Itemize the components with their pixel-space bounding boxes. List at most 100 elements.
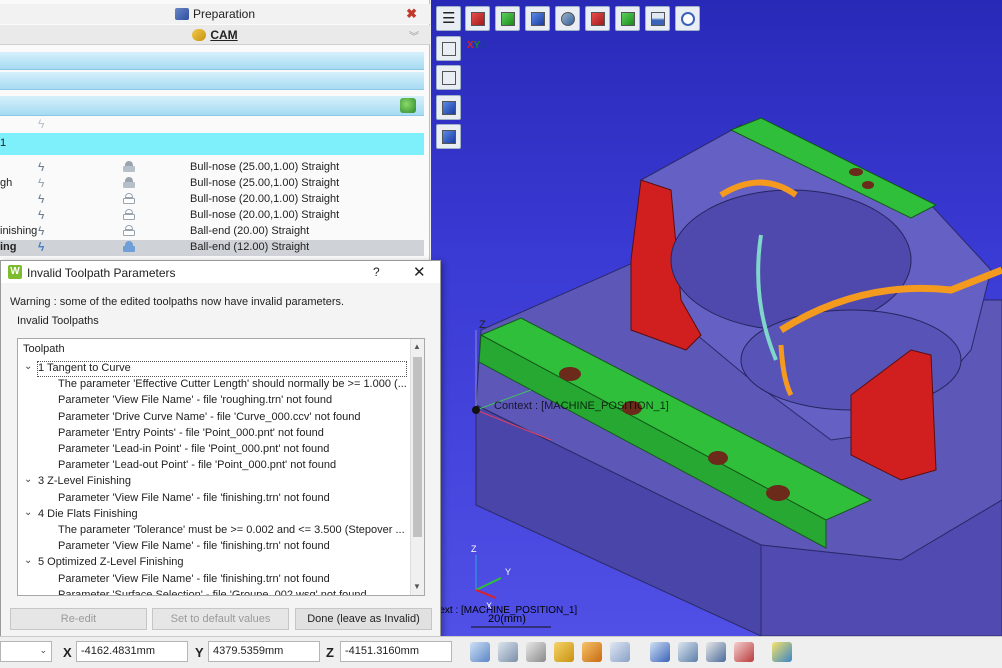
select-icon[interactable] [470, 642, 490, 662]
rotate-icon[interactable] [554, 642, 574, 662]
expand-chevron-icon[interactable]: ⌄ [24, 507, 32, 518]
scroll-thumb[interactable] [413, 357, 422, 537]
tool-description: Ball-end (20.00) Straight [190, 225, 310, 237]
tree-leaf[interactable]: The parameter 'Effective Cutter Length' … [58, 378, 408, 394]
view-blue-cube-button[interactable] [525, 6, 550, 31]
toolpath-row[interactable]: ϟ Bull-nose (20.00,1.00) Straight [0, 192, 424, 208]
toolpath-row[interactable]: gh ϟ Bull-nose (25.00,1.00) Straight [0, 176, 424, 192]
toolpath-row[interactable]: ϟ Bull-nose (25.00,1.00) Straight [0, 160, 424, 176]
close-panel-icon[interactable]: ✖ [406, 6, 417, 22]
context-label: Context : [MACHINE_POSITION_1] [494, 400, 669, 412]
tree-leaf[interactable]: Parameter 'Drive Curve Name' - file 'Cur… [58, 411, 408, 427]
tree-leaf[interactable]: Parameter 'View File Name' - file 'finis… [58, 540, 408, 556]
tree-leaf[interactable]: Parameter 'View File Name' - file 'finis… [58, 573, 408, 589]
cam-run-icon[interactable] [400, 98, 416, 113]
tree-header: Toolpath [23, 343, 65, 355]
toolpath-row[interactable]: ϟ Bull-nose (20.00,1.00) Straight [0, 208, 424, 224]
toolpath-row[interactable]: inishing ϟ Ball-end (20.00) Straight [0, 224, 424, 240]
cavity-bowl [670, 189, 912, 331]
tree-leaf[interactable]: Parameter 'Lead-out Point' - file 'Point… [58, 459, 408, 475]
reedit-button[interactable]: Re-edit [10, 608, 147, 630]
shaded-blue-cube-icon [442, 101, 456, 115]
dialog-titlebar[interactable]: W Invalid Toolpath Parameters ? ✕ [1, 261, 440, 283]
axis-xyz-icon: XYZ [467, 40, 487, 51]
view-red-cube-2-button[interactable] [585, 6, 610, 31]
chevron-down-icon: ⌄ [39, 645, 47, 655]
bolt-hole [559, 367, 581, 381]
part-model: Z Z Y X [471, 117, 1002, 636]
view-green-cube-button[interactable] [495, 6, 520, 31]
shaded-cube-button[interactable] [436, 95, 461, 120]
3d-viewport[interactable]: Z Z Y X Context : [MACHINE_POSITION_1] n… [431, 0, 1002, 636]
scroll-up-icon[interactable]: ▲ [413, 342, 421, 351]
tree-node[interactable]: ⌄ 5 Optimized Z-Level Finishing [18, 555, 398, 571]
axis-view-button[interactable] [436, 36, 461, 61]
y-coordinate-field[interactable]: 4379.5359mm [208, 641, 320, 662]
view-layers-button[interactable] [645, 6, 670, 31]
lightning-icon: ϟ [38, 192, 45, 206]
tree-node[interactable]: ⌄ 3 Z-Level Finishing [18, 474, 398, 490]
view-red-cube-icon [471, 12, 485, 26]
tree-node[interactable]: ⌄ 4 Die Flats Finishing [18, 507, 398, 523]
collapse-icon[interactable]: ︾ [409, 28, 419, 43]
tree-leaf[interactable]: Parameter 'Surface Selection' - file 'Gr… [58, 589, 408, 595]
done-button[interactable]: Done (leave as Invalid) [295, 608, 432, 630]
close-dialog-button[interactable]: ✕ [413, 263, 426, 281]
expand-chevron-icon[interactable]: ⌄ [24, 474, 32, 485]
slash-icon[interactable] [610, 642, 630, 662]
tree-leaf[interactable]: The parameter 'Tolerance' must be >= 0.0… [58, 524, 408, 540]
measure-icon[interactable] [498, 642, 518, 662]
tree-leaf[interactable]: Parameter 'Lead-in Point' - file 'Point_… [58, 443, 408, 459]
view-green-cube-2-button[interactable] [615, 6, 640, 31]
filter-icon[interactable] [772, 642, 792, 662]
expand-chevron-icon[interactable]: ⌄ [24, 361, 32, 372]
cam-header[interactable]: CAM [0, 25, 430, 45]
warning-text: Warning : some of the edited toolpaths n… [10, 296, 345, 308]
calendar-icon[interactable] [734, 642, 754, 662]
help-button[interactable]: ? [373, 265, 380, 279]
tree-node-label: 3 Z-Level Finishing [38, 475, 131, 488]
snap-icon[interactable] [678, 642, 698, 662]
units-dropdown[interactable]: ⌄ [0, 641, 52, 662]
view-green-cube-icon [501, 12, 515, 26]
z-coordinate-field[interactable]: -4151.3160mm [340, 641, 452, 662]
toolpath-name: gh [0, 177, 13, 189]
view-red-cube-2-icon [591, 12, 605, 26]
edit-curve-icon[interactable] [582, 642, 602, 662]
shaded-cube-2-button[interactable] [436, 124, 461, 149]
tree-leaf[interactable]: Parameter 'View File Name' - file 'finis… [58, 492, 408, 508]
outline-cube-icon [442, 71, 456, 85]
toolpath-tree[interactable]: Toolpath ⌄ 1 Tangent to Curve The paramete… [17, 338, 425, 596]
preparation-header[interactable]: Preparation [0, 4, 430, 24]
expand-chevron-icon[interactable]: ⌄ [24, 555, 32, 566]
tree-node-label: 5 Optimized Z-Level Finishing [38, 556, 184, 569]
scroll-down-icon[interactable]: ▼ [413, 582, 421, 591]
tool-description: Ball-end (12.00) Straight [190, 241, 310, 253]
preparation-title: Preparation [192, 7, 256, 21]
zoom-fit-button[interactable] [675, 6, 700, 31]
cam-icon [192, 28, 207, 41]
view-cube-magnify-button[interactable] [555, 6, 580, 31]
x-coordinate-field[interactable]: -4162.4831mm [76, 641, 188, 662]
tree-leaf[interactable]: Parameter 'View File Name' - file 'rough… [58, 394, 408, 410]
axis-view-icon [442, 42, 456, 56]
vertical-scrollbar[interactable]: ▲ ▼ [410, 339, 424, 595]
toolpath-row[interactable]: ϟ [0, 117, 424, 133]
transform-icon[interactable] [526, 642, 546, 662]
grid-icon[interactable] [706, 642, 726, 662]
toolpath-name: ing [0, 241, 17, 253]
view-green-cube-2-icon [621, 12, 635, 26]
toolpath-row-active[interactable]: ing ϟ Ball-end (12.00) Straight [0, 240, 424, 256]
tool-description: Bull-nose (20.00,1.00) Straight [190, 193, 340, 205]
tree-node-label: 4 Die Flats Finishing [38, 507, 138, 520]
tool-description: Bull-nose (25.00,1.00) Straight [190, 177, 340, 189]
menu-button[interactable]: ☰ [436, 6, 461, 31]
outline-cube-button[interactable] [436, 65, 461, 90]
toolpath-name: inishing [0, 225, 38, 237]
view-red-cube-button[interactable] [465, 6, 490, 31]
tree-leaf[interactable]: Parameter 'Entry Points' - file 'Point_0… [58, 427, 408, 443]
tree-node[interactable]: ⌄ 1 Tangent to Curve [18, 361, 398, 377]
toolpath-row-selected[interactable]: 1 [0, 133, 424, 155]
set-defaults-button[interactable]: Set to default values [152, 608, 289, 630]
hole-icon[interactable] [650, 642, 670, 662]
